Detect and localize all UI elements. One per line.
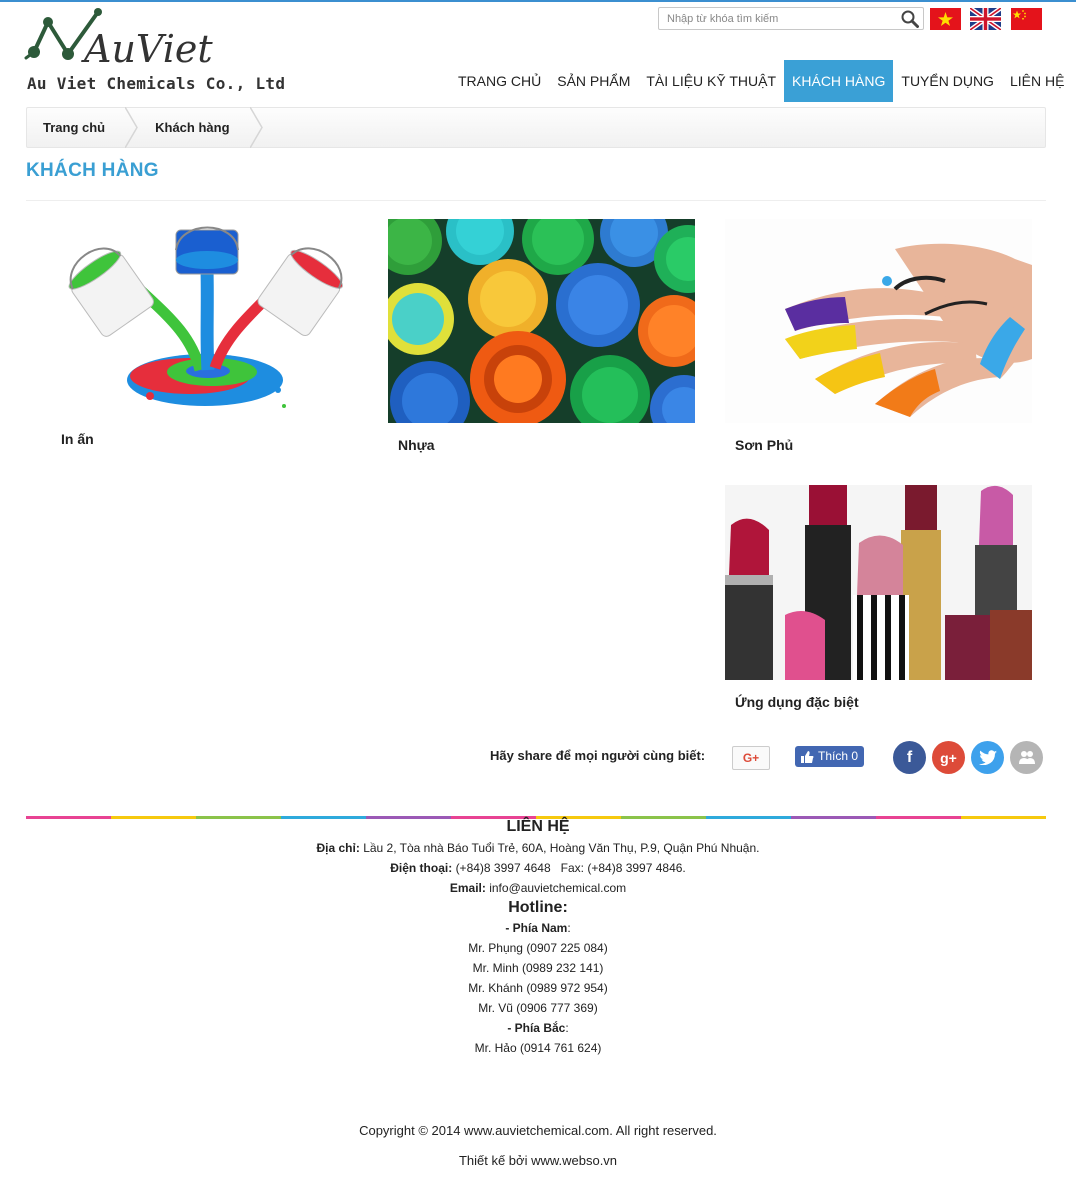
nav-item-careers[interactable]: TUYỂN DỤNG — [893, 60, 1002, 102]
hotline-heading: Hotline: — [508, 899, 568, 916]
contact-entry: Mr. Minh (0989 232 141) — [472, 961, 604, 975]
footer-contact: LIÊN HỆ Địa chỉ: Lầu 2, Tòa nhà Báo Tuổi… — [0, 818, 1076, 1058]
plastic-caps-image[interactable] — [388, 219, 695, 423]
logo-mark-icon: AuViet — [24, 8, 213, 71]
product-label[interactable]: Nhựa — [398, 437, 435, 453]
phone-value: (+84)8 3997 4648 — [455, 861, 551, 875]
region-south: - Phía Nam: — [505, 921, 571, 935]
breadcrumb-current: Khách hàng — [155, 120, 230, 135]
nav-item-home[interactable]: TRANG CHỦ — [450, 60, 549, 102]
region-north: - Phía Bắc: — [507, 1021, 569, 1035]
designer-credit[interactable]: Thiết kế bởi www.webso.vn — [0, 1153, 1076, 1168]
nav-item-customers[interactable]: KHÁCH HÀNG — [784, 60, 894, 102]
product-card-printing[interactable]: In ấn — [40, 220, 370, 460]
region-south-label: - Phía Nam — [505, 921, 568, 935]
facebook-like-button[interactable]: Thích 0 — [795, 746, 865, 767]
contact-entry: Mr. Hảo (0914 761 624) — [474, 1041, 602, 1055]
paint-buckets-image[interactable] — [40, 220, 370, 415]
facebook-icon[interactable]: f — [893, 741, 926, 774]
product-label[interactable]: Ứng dụng đặc biệt — [735, 694, 859, 710]
footer-title: LIÊN HỆ — [506, 818, 570, 835]
logo-brand-text: AuViet — [81, 27, 213, 71]
footer-email: Email: info@auvietchemical.com — [0, 878, 1076, 898]
copyright-text: Copyright © 2014 www.auvietchemical.com.… — [359, 1123, 717, 1138]
email-label: Email: — [449, 881, 486, 895]
top-accent-line — [0, 0, 1076, 2]
product-card-coatings[interactable]: Sơn Phủ — [725, 219, 1032, 459]
breadcrumb: Trang chủ Khách hàng — [26, 107, 1046, 148]
product-card-plastic[interactable]: Nhựa — [388, 219, 695, 459]
product-label[interactable]: Sơn Phủ — [735, 437, 793, 453]
divider — [26, 200, 1046, 201]
breadcrumb-home[interactable]: Trang chủ — [27, 107, 125, 148]
phone-label: Điện thoại: — [390, 861, 453, 875]
main-nav: TRANG CHỦ SẢN PHẨM TÀI LIỆU KỸ THUẬT KHÁ… — [450, 60, 1072, 102]
email-link[interactable]: info@auvietchemical.com — [489, 881, 626, 895]
share-more-icon[interactable] — [1010, 741, 1043, 774]
address-label: Địa chỉ: — [316, 841, 360, 855]
chevron-right-icon — [249, 107, 263, 148]
logo-company-name: Au Viet Chemicals Co., Ltd — [27, 74, 286, 93]
chevron-right-icon — [125, 107, 138, 148]
page-title: KHÁCH HÀNG — [26, 160, 159, 181]
nav-item-contact[interactable]: LIÊN HỆ — [1002, 60, 1072, 102]
twitter-icon[interactable] — [971, 741, 1004, 774]
region-north-label: - Phía Bắc — [507, 1021, 566, 1035]
product-label[interactable]: In ấn — [61, 431, 94, 447]
contact-entry: Mr. Phụng (0907 225 084) — [468, 941, 608, 955]
english-flag-icon[interactable] — [970, 8, 1001, 30]
contact-entry: Mr. Khánh (0989 972 954) — [468, 981, 608, 995]
lipsticks-image[interactable] — [725, 485, 1032, 680]
nav-item-technical-docs[interactable]: TÀI LIỆU KỸ THUẬT — [638, 60, 784, 102]
thumbs-up-icon — [801, 750, 814, 763]
magnifier-icon[interactable] — [899, 9, 921, 29]
painted-fingers-image[interactable] — [725, 219, 1032, 423]
site-logo[interactable]: AuViet Au Viet Chemicals Co., Ltd — [24, 8, 285, 98]
nav-item-products[interactable]: SẢN PHẨM — [549, 60, 638, 102]
share-label: Hãy share để mọi người cùng biết: — [490, 748, 706, 763]
footer-phone: Điện thoại: (+84)8 3997 4648 Fax: (+84)8… — [0, 858, 1076, 878]
color-divider — [26, 806, 1046, 819]
search-input[interactable] — [659, 8, 897, 29]
contact-entry: Mr. Vũ (0906 777 369) — [478, 1001, 598, 1015]
vietnamese-flag-icon[interactable] — [930, 8, 961, 30]
product-card-special-applications[interactable]: Ứng dụng đặc biệt — [725, 485, 1032, 720]
facebook-like-label: Thích 0 — [818, 749, 859, 763]
address-value: Lầu 2, Tòa nhà Báo Tuổi Trẻ, 60A, Hoàng … — [363, 841, 760, 855]
search-box — [658, 7, 924, 30]
google-plus-share-button[interactable]: G+ — [732, 746, 770, 770]
chinese-flag-icon[interactable] — [1011, 8, 1042, 30]
fax-value: Fax: (+84)8 3997 4846. — [560, 861, 686, 875]
google-plus-icon[interactable]: g+ — [932, 741, 965, 774]
footer-address: Địa chỉ: Lầu 2, Tòa nhà Báo Tuổi Trẻ, 60… — [0, 838, 1076, 858]
